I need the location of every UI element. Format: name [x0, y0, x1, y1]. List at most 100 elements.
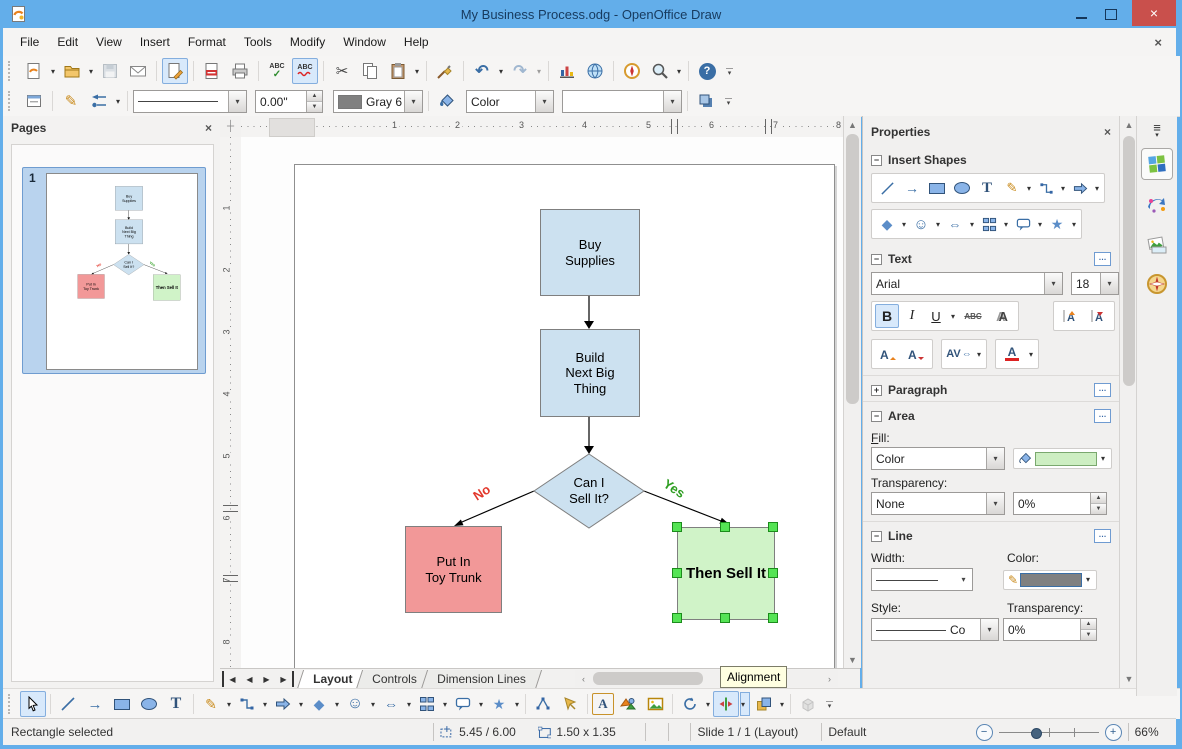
fill-color-dropdown-icon[interactable]: ▾ [1099, 454, 1107, 463]
flowchart-shapes-icon[interactable] [977, 212, 1001, 236]
shadow-toggle-button[interactable] [693, 88, 719, 114]
fill-color-select[interactable]: ▾ [562, 89, 682, 113]
insert-chart-button[interactable] [554, 58, 580, 84]
font-color-dropdown-icon[interactable]: ▾ [1027, 350, 1035, 359]
scrollbar-thumb[interactable] [1123, 136, 1135, 386]
edit-file-button[interactable] [162, 58, 188, 84]
paste-dropdown-icon[interactable]: ▾ [413, 67, 421, 76]
sidebar-tab-shapes[interactable] [1141, 188, 1173, 220]
section-paragraph[interactable]: + Paragraph … [863, 375, 1119, 401]
menu-edit[interactable]: Edit [48, 31, 87, 53]
block-arrow-tool-button[interactable] [270, 691, 296, 717]
flowchart-node-then-sell-it[interactable]: Then Sell It [677, 527, 775, 620]
insert-curve-icon[interactable]: ✎ [1000, 176, 1024, 200]
menu-modify[interactable]: Modify [281, 31, 334, 53]
callout-shapes-button[interactable] [450, 691, 476, 717]
scroll-down-icon[interactable]: ▼ [844, 651, 861, 668]
curve-tool-button[interactable]: ✎ [198, 691, 224, 717]
minimize-button[interactable] [1066, 3, 1096, 25]
scroll-down-icon[interactable]: ▼ [1120, 670, 1137, 687]
selection-handle[interactable] [720, 522, 730, 532]
flowchart-node-buy-supplies[interactable]: Buy Supplies [540, 209, 640, 296]
toolbar-overflow-icon[interactable]: — ▾ [726, 65, 733, 77]
font-name-select[interactable]: Arial ▾ [871, 272, 1063, 295]
scroll-left-icon[interactable]: ‹ [575, 670, 592, 687]
area-dialog-launcher-icon[interactable]: … [1094, 409, 1111, 423]
line-transparency-spinner[interactable]: 0% ▲ ▼ [1003, 618, 1097, 641]
decrease-spacing-button[interactable]: A [1085, 304, 1111, 328]
page-style[interactable]: Default [828, 725, 975, 739]
area-fill-type-select[interactable]: Color ▾ [871, 447, 1005, 470]
increase-spacing-button[interactable]: A [1057, 304, 1083, 328]
paste-button[interactable] [385, 58, 411, 84]
arrow-shapes-icon[interactable]: ⇔ [943, 212, 967, 236]
text-dialog-launcher-icon[interactable]: … [1094, 252, 1111, 266]
hyperlink-button[interactable] [582, 58, 608, 84]
line-width-select[interactable]: ▾ [871, 568, 973, 591]
selection-handle[interactable] [672, 613, 682, 623]
undo-button[interactable]: ↶ [469, 58, 495, 84]
insert-connector-icon[interactable] [1034, 176, 1058, 200]
shadow-text-button[interactable]: AA [989, 304, 1015, 328]
select-tool-button[interactable] [20, 691, 46, 717]
first-page-button[interactable]: ◀ [222, 671, 241, 687]
transparency-type-select[interactable]: None ▾ [871, 492, 1005, 515]
styles-button[interactable] [21, 88, 47, 114]
section-insert-shapes[interactable]: − Insert Shapes [863, 146, 1119, 171]
properties-close-icon[interactable]: × [1104, 125, 1111, 139]
underline-button[interactable]: U [925, 304, 947, 328]
save-button[interactable] [97, 58, 123, 84]
next-page-button[interactable]: ▶ [258, 671, 275, 687]
sidebar-tab-navigator[interactable] [1141, 268, 1173, 300]
insert-line-icon[interactable] [875, 176, 899, 200]
menu-insert[interactable]: Insert [131, 31, 179, 53]
toolbar-grip[interactable] [8, 91, 16, 111]
page-thumbnail[interactable]: 1 Buy Supplies Build Next Big Thing Can … [22, 167, 206, 374]
alignment-dropdown-icon[interactable]: ▾ [740, 692, 750, 716]
selection-handle[interactable] [720, 613, 730, 623]
new-document-button[interactable] [21, 58, 47, 84]
horizontal-scrollbar[interactable]: ‹ › [575, 670, 838, 687]
collapse-icon[interactable]: − [871, 530, 882, 542]
undo-dropdown-icon[interactable]: ▾ [497, 67, 505, 76]
connector-tool-button[interactable] [234, 691, 260, 717]
sidebar-tab-gallery[interactable] [1141, 228, 1173, 260]
properties-scrollbar[interactable]: ▲ ▼ [1119, 116, 1137, 688]
fontwork-button[interactable]: A [592, 693, 614, 715]
selection-handle[interactable] [672, 568, 682, 578]
extrusion-toggle-button[interactable] [795, 691, 821, 717]
arrow-shapes-button[interactable]: ⇔ [378, 691, 404, 717]
basic-shapes-button[interactable]: ◆ [306, 691, 332, 717]
line-dialog-icon[interactable]: ✎ [58, 88, 84, 114]
toolbar-overflow-icon[interactable]: — ▾ [826, 698, 833, 710]
transparency-value-spinner[interactable]: 0% ▲ ▼ [1013, 492, 1107, 515]
star-shapes-icon[interactable]: ★ [1045, 212, 1069, 236]
drawing-page[interactable]: Buy Supplies Build Next Big Thing Can I … [294, 164, 835, 668]
star-shapes-button[interactable]: ★ [486, 691, 512, 717]
italic-button[interactable]: I [901, 304, 923, 328]
line-color-picker[interactable]: ✎ ▾ [1003, 569, 1098, 590]
help-button[interactable]: ? [694, 58, 720, 84]
rotate-button[interactable] [677, 691, 703, 717]
insert-image-button[interactable] [615, 691, 641, 717]
character-spacing-dropdown-icon[interactable]: ▾ [975, 350, 983, 359]
sidebar-menu-icon[interactable]: ≡ ▾ [1153, 121, 1161, 140]
scroll-right-icon[interactable]: › [821, 670, 838, 687]
menu-tools[interactable]: Tools [235, 31, 281, 53]
open-button[interactable] [59, 58, 85, 84]
selection-handle[interactable] [768, 522, 778, 532]
last-page-button[interactable]: ▶ [275, 671, 294, 687]
toolbar-overflow-icon[interactable]: — ▾ [725, 95, 732, 107]
ellipse-tool-button[interactable] [136, 691, 162, 717]
fill-color-picker[interactable]: ▾ [1013, 448, 1112, 469]
zoom-out-icon[interactable]: − [975, 723, 993, 741]
scrollbar-thumb[interactable] [846, 134, 859, 404]
scroll-up-icon[interactable]: ▲ [844, 116, 861, 133]
line-color-dropdown-icon[interactable]: ▾ [1084, 575, 1092, 584]
zoom-level[interactable]: 66% [1135, 725, 1176, 739]
zoom-dropdown-icon[interactable]: ▾ [675, 67, 683, 76]
clone-formatting-button[interactable] [432, 58, 458, 84]
selection-handle[interactable] [672, 522, 682, 532]
vertical-ruler[interactable]: 1 2 3 4 5 6 7 8 [220, 137, 242, 668]
zoom-button[interactable] [647, 58, 673, 84]
